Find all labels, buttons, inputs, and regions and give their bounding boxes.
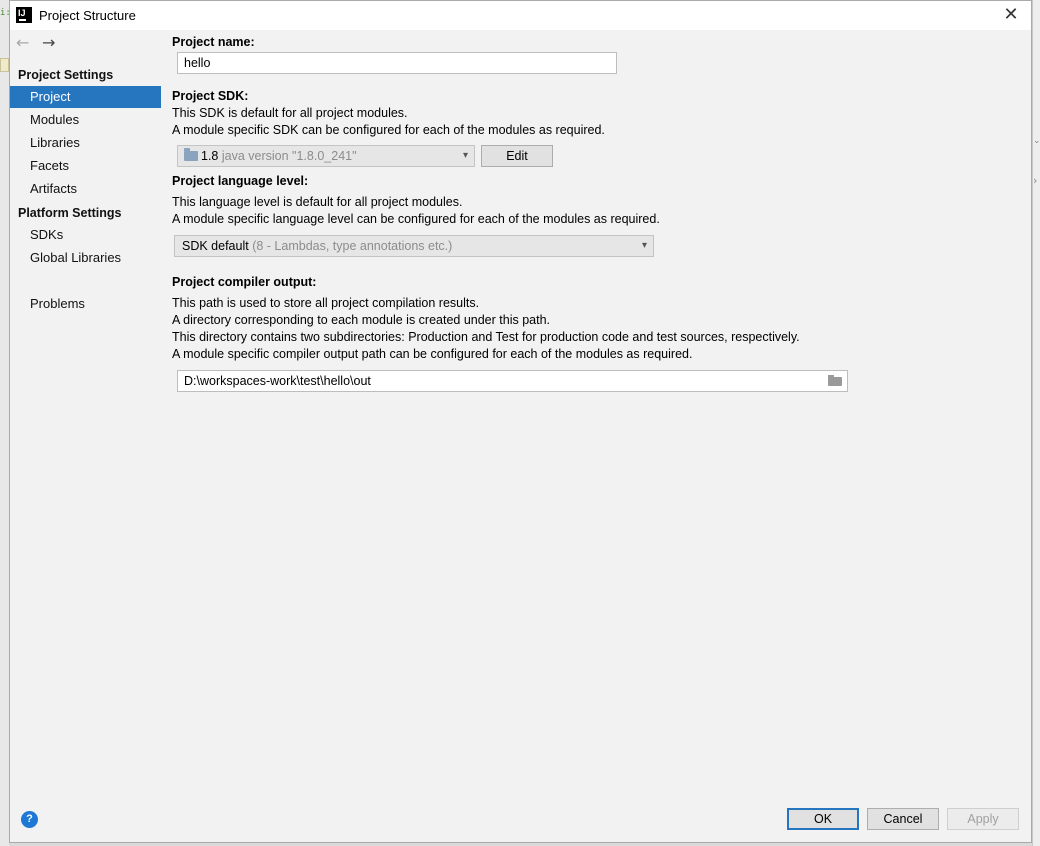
compiler-output-path: D:\workspaces-work\test\hello\out [184, 374, 371, 388]
language-level-detail: (8 - Lambdas, type annotations etc.) [252, 239, 453, 253]
dialog-footer: ? OK Cancel Apply [10, 797, 1031, 842]
title-bar: IJ Project Structure ✕ [10, 1, 1031, 30]
chevron-down-icon: ▾ [462, 150, 468, 161]
project-name-label: Project name: [172, 35, 255, 49]
language-level-value: SDK default [182, 239, 249, 253]
project-sdk-desc-1: This SDK is default for all project modu… [172, 106, 408, 120]
sidebar-item-problems[interactable]: Problems [10, 293, 161, 315]
sidebar-group-platform-settings: Platform Settings [18, 206, 122, 220]
language-level-dropdown[interactable]: SDK default (8 - Lambdas, type annotatio… [174, 235, 654, 257]
window-title: Project Structure [39, 8, 136, 23]
forward-arrow-icon[interactable]: → [42, 34, 55, 52]
project-sdk-dropdown[interactable]: 1.8 java version "1.8.0_241" ▾ [177, 145, 475, 167]
project-sdk-desc-2: A module specific SDK can be configured … [172, 123, 605, 137]
sidebar-item-artifacts[interactable]: Artifacts [10, 178, 161, 200]
background-chevron-right-icon: › [1033, 174, 1038, 187]
compiler-output-label: Project compiler output: [172, 275, 317, 289]
sdk-folder-icon [184, 148, 198, 161]
background-editor-right-edge: ⌄ › [1032, 0, 1040, 846]
sidebar-item-modules[interactable]: Modules [10, 109, 161, 131]
project-structure-dialog: IJ Project Structure ✕ ← → Project Setti… [9, 0, 1032, 843]
cancel-button[interactable]: Cancel [867, 808, 939, 830]
language-level-desc-1: This language level is default for all p… [172, 195, 463, 209]
compiler-output-desc-3: This directory contains two subdirectori… [172, 330, 800, 344]
project-name-input[interactable]: hello [177, 52, 617, 74]
compiler-output-desc-2: A directory corresponding to each module… [172, 313, 550, 327]
sidebar-item-global-libraries[interactable]: Global Libraries [10, 247, 161, 269]
background-gutter-glyph: i: [0, 8, 11, 18]
sidebar-item-sdks[interactable]: SDKs [10, 224, 161, 246]
back-arrow-icon[interactable]: ← [16, 34, 29, 52]
compiler-output-path-input[interactable]: D:\workspaces-work\test\hello\out [177, 370, 848, 392]
project-sdk-label: Project SDK: [172, 89, 249, 103]
project-settings-panel: Project name: hello Project SDK: This SD… [162, 30, 1031, 797]
background-chevron-down-icon: ⌄ [1033, 136, 1040, 146]
sdk-version: 1.8 [201, 149, 219, 163]
language-level-desc-2: A module specific language level can be … [172, 212, 660, 226]
sidebar-item-libraries[interactable]: Libraries [10, 132, 161, 154]
background-editor-edge: i: [0, 0, 11, 846]
sidebar-item-project[interactable]: Project [10, 86, 161, 108]
sidebar: ← → Project Settings Project Modules Lib… [10, 30, 163, 797]
close-icon[interactable]: ✕ [1000, 5, 1022, 25]
sdk-version-detail: java version "1.8.0_241" [221, 149, 357, 163]
sidebar-item-facets[interactable]: Facets [10, 155, 161, 177]
compiler-output-desc-4: A module specific compiler output path c… [172, 347, 693, 361]
help-icon[interactable]: ? [21, 811, 38, 828]
compiler-output-desc-1: This path is used to store all project c… [172, 296, 480, 310]
language-level-label: Project language level: [172, 174, 309, 188]
apply-button[interactable]: Apply [947, 808, 1019, 830]
chevron-down-icon: ▾ [641, 240, 647, 251]
intellij-logo-icon: IJ [16, 7, 32, 23]
browse-folder-icon[interactable] [828, 375, 842, 386]
edit-sdk-button[interactable]: Edit [481, 145, 553, 167]
sidebar-group-project-settings: Project Settings [18, 68, 114, 82]
ok-button[interactable]: OK [787, 808, 859, 830]
background-highlight-mark [0, 58, 9, 72]
